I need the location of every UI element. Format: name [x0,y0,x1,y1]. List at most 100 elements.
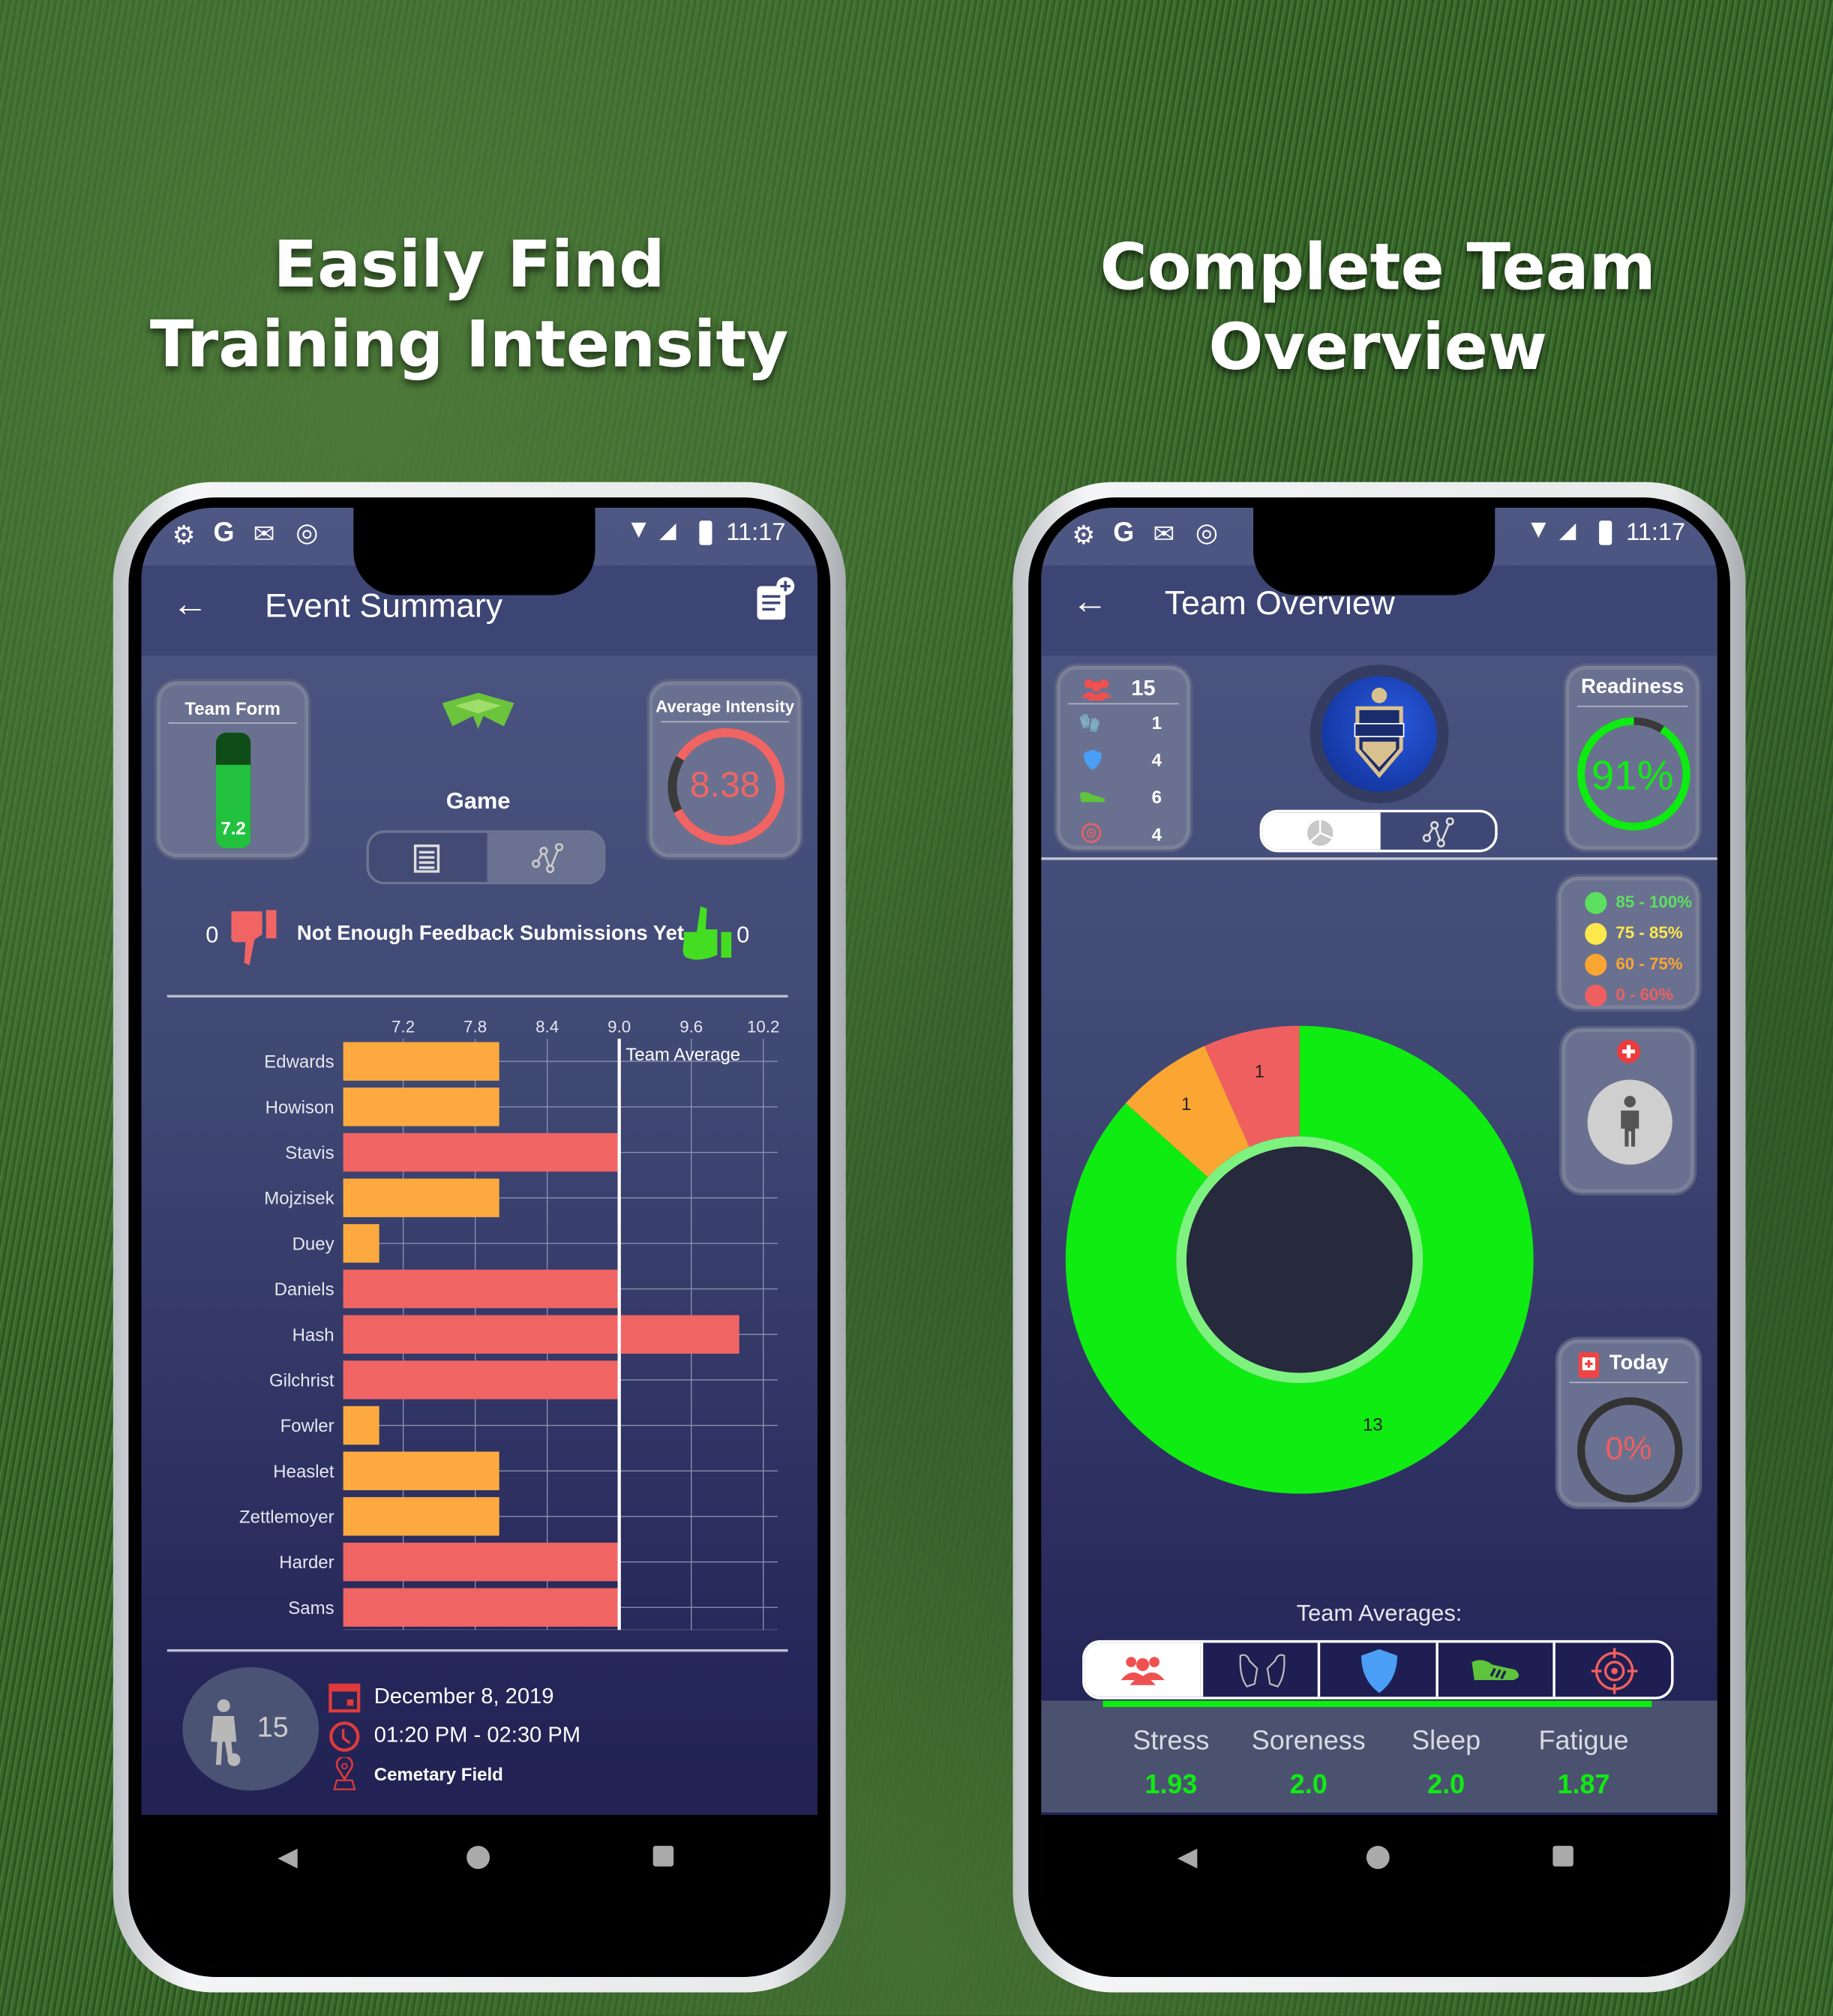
average-value-stress: 1.93 [1144,1770,1198,1800]
tab-team[interactable] [1084,1642,1201,1697]
clock-icon [329,1721,360,1752]
chart-plot: 7.2 7.8 8.4 9.0 9.6 10.2 Edwards Howison Stavis M… [239,1017,779,1631]
list-view-button[interactable] [368,832,488,882]
wifi-icon: ▼ [1526,515,1552,544]
readiness-legend: 85 - 100% 75 - 85% 60 - 75% 0 - 60% [1558,876,1700,1010]
team-crest-logo [1354,687,1405,778]
player-icon [211,1699,241,1766]
team-average-label: Team Average [626,1045,740,1065]
x-tick-label: 10.2 [747,1017,779,1036]
chart-view-button[interactable] [1381,812,1496,850]
tab-goalkeepers[interactable] [1200,1642,1318,1697]
x-tick-label: 9.0 [608,1017,631,1036]
players-count: 15 [256,1711,289,1744]
category-label: Fowler [280,1416,334,1436]
tab-defenders[interactable] [1318,1642,1436,1697]
thumbs-down-icon[interactable] [229,906,283,968]
nav-recents-icon[interactable] [1552,1846,1574,1867]
event-date: December 8, 2019 [374,1684,554,1708]
category-label: Duey [292,1234,334,1254]
average-value-fatigue: 1.87 [1557,1770,1610,1800]
average-intensity-value: 8.38 [689,764,760,805]
bar-duey [343,1224,380,1263]
bar-zettlemoyer [343,1497,500,1536]
battery-icon [1599,520,1612,545]
average-value-soreness: 2.0 [1289,1770,1328,1800]
roster-card: 15 🧤 1 4 6 4 [1056,665,1191,850]
legend-label: 60 - 75% [1616,953,1683,974]
legend-label: 75 - 85% [1616,922,1683,943]
average-label-soreness: Soreness [1251,1726,1366,1756]
gmail-icon: ✉ [1153,520,1175,549]
headline-line: Training Intensity [149,307,789,382]
injury-card[interactable] [1562,1028,1694,1193]
position-tabs [1082,1640,1674,1700]
pie-view-button[interactable] [1262,812,1381,850]
headline-right: Complete Team Overview [1018,227,1738,387]
bar-hash [343,1315,740,1354]
battery-icon [699,520,712,545]
team-form-label: Team Form [184,698,281,719]
category-label: Howison [266,1097,334,1118]
tab-midfielders[interactable] [1436,1642,1553,1697]
nav-home-icon[interactable] [466,1846,490,1870]
clock: 11:17 [726,519,786,547]
category-label: Zettlemoyer [239,1507,334,1527]
line-chart-icon [532,843,564,874]
location-pin-icon [333,1756,356,1790]
nav-recents-icon[interactable] [652,1846,674,1867]
pie-chart-icon [1307,820,1334,846]
average-intensity-card: Average Intensity 8.38 [649,681,801,858]
thumbs-up-count: 0 [736,921,750,948]
thumbs-up-icon[interactable] [681,904,737,965]
x-tick-label: 7.8 [464,1017,487,1036]
headline-line: Easily Find [273,227,665,302]
chart-view-button[interactable] [487,832,603,882]
team-averages-title: Team Averages: [1296,1600,1462,1627]
nav-back-icon[interactable]: ◀ [278,1840,297,1873]
bar-fowler [343,1406,380,1445]
x-tick-label: 9.6 [680,1017,703,1036]
wifi-icon: ▼ [626,515,652,544]
cleat-icon [1472,1660,1519,1681]
android-nav-bar: ◀ [141,1815,818,1967]
list-icon [413,844,440,873]
donut-slice-label: 1 [1181,1094,1191,1114]
category-label: Sams [288,1598,334,1618]
clipboard-icon [1578,1352,1600,1378]
player-avatar [1587,1079,1672,1165]
back-arrow-icon[interactable]: ← [1072,581,1108,622]
add-note-icon[interactable] [753,576,796,622]
goalkeeper-gloves-icon [1238,1654,1285,1688]
headline-line: Complete Team [1100,230,1656,305]
android-nav-bar: ◀ [1041,1815,1718,1967]
nav-home-icon[interactable] [1366,1846,1390,1870]
cleat-icon [1079,792,1106,802]
back-arrow-icon[interactable]: ← [172,584,208,625]
team-form-bar: 7.2 [215,732,251,849]
tab-forwards[interactable] [1553,1642,1671,1697]
screen: ⚙ G ✉ ◎ ▼ ◢ 11:17 ← Team Overview 15 🧤 1… [1041,507,1718,1967]
nav-back-icon[interactable]: ◀ [1178,1840,1197,1873]
divider [166,994,788,998]
bar-edwards [343,1042,500,1081]
camera-notch [1253,507,1496,596]
feedback-message: Not Enough Feedback Submissions Yet [296,922,684,945]
legend-swatch [1585,984,1607,1006]
donut-slice-label: 1 [1255,1062,1264,1082]
legend-swatch [1585,953,1607,976]
google-icon: G [213,518,235,548]
readiness-donut-chart: 1 1 13 [1065,1025,1534,1494]
bar-heaslet [343,1451,500,1490]
settings-icon: ⚙ [172,521,196,550]
headline-line: Overview [1208,310,1548,385]
team-icon [1120,1657,1165,1685]
signal-icon: ◢ [659,518,676,543]
chrome-icon: ◎ [1195,519,1218,548]
camera-notch [353,507,596,596]
view-toggle [366,830,606,885]
x-tick-label: 7.2 [392,1017,415,1036]
settings-icon: ⚙ [1072,521,1096,550]
today-card: Today 0% [1558,1339,1700,1507]
chrome-icon: ◎ [296,519,319,548]
